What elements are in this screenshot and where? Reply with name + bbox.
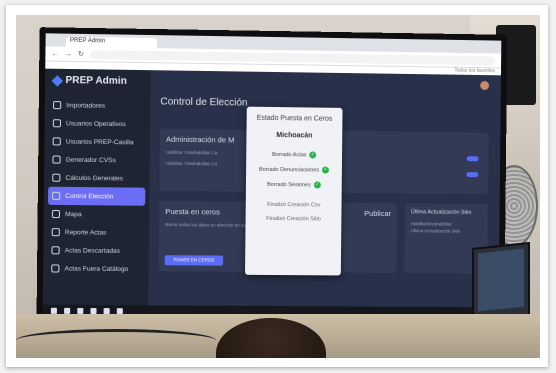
sidebar-item-reporte-actas[interactable]: Reporte Actas — [43, 223, 149, 242]
modal-pending-row: Finalizó Creación Csv — [266, 201, 321, 209]
back-icon[interactable]: ← — [52, 50, 59, 57]
sidebar-item-label: Cálculos Generales — [65, 174, 124, 182]
sidebar: PREP Admin Importadores Usuarios Operati… — [42, 68, 151, 306]
sidebar-item-calculos[interactable]: Cálculos Generales — [44, 169, 150, 188]
sidebar-item-usuarios-operativos[interactable]: Usuarios Operativos — [45, 114, 151, 133]
user-icon — [52, 137, 61, 146]
modal-pending-row: Finalizó Creación Sitio — [266, 215, 321, 223]
circle-icon — [52, 173, 61, 182]
modal-row-label: Borrado Denunciaciones — [258, 166, 320, 173]
sidebar-item-actas-fuera[interactable]: Actas Fuera Catálogo — [43, 259, 149, 278]
check-icon: ✓ — [322, 166, 330, 174]
sidebar-item-label: Usuarios Operativos — [66, 119, 126, 128]
circle-icon — [51, 264, 60, 273]
search-icon[interactable] — [64, 307, 71, 314]
puesta-en-ceros-modal: Estado Puesta en Ceros Michoacán Borrado… — [245, 106, 343, 276]
map-icon — [51, 209, 61, 219]
brand: PREP Admin — [45, 74, 151, 98]
toggle-1[interactable] — [466, 156, 479, 162]
poner-en-ceros-button[interactable]: PONER EN CEROS — [164, 255, 224, 266]
check-icon: ✓ — [309, 151, 317, 159]
avatar[interactable] — [480, 80, 490, 91]
user-icon — [52, 119, 62, 128]
sidebar-item-actas-descartadas[interactable]: Actas Descartadas — [43, 241, 149, 260]
modal-row: Borrado Actas ✓ — [252, 151, 336, 159]
windows-start-icon[interactable] — [50, 307, 57, 314]
check-icon: ✓ — [313, 181, 321, 189]
publicar-card-title: Publicar — [364, 208, 392, 219]
file-icon — [52, 155, 61, 164]
forward-icon[interactable]: → — [65, 50, 72, 57]
chrome-icon[interactable] — [116, 307, 123, 314]
modal-subtitle: Michoacán — [276, 132, 313, 140]
sidebar-item-label: Usuarios PREP-Casilla — [65, 137, 134, 146]
ultima-row-2: Última Actualización Sitio — [410, 228, 461, 234]
task-view-icon[interactable] — [77, 307, 84, 314]
circle-icon — [51, 246, 60, 255]
sidebar-item-label: Generador CVSs — [65, 156, 116, 164]
modal-title: Estado Puesta en Ceros — [256, 114, 333, 123]
circle-icon — [51, 228, 60, 237]
browser-tab[interactable]: PREP Admin — [65, 36, 158, 49]
sidebar-item-label: Actas Fuera Catálogo — [64, 265, 129, 273]
sidebar-item-importadores[interactable]: Importadores — [45, 96, 151, 116]
brand-name: PREP Admin — [65, 74, 127, 87]
ultima-card-title: Última Actualización Sitio — [410, 209, 472, 216]
page-title: Control de Elección — [160, 96, 248, 109]
publicar-card: Publicar — [336, 202, 398, 273]
photo: PREP Admin ← → ↻ Todos los favoritos PRE… — [16, 15, 540, 358]
modal-row-label: Borrado Actas — [271, 151, 307, 158]
modal-row-label: Borrado Sesiones — [267, 181, 311, 188]
reload-icon[interactable]: ↻ — [78, 50, 84, 58]
toggle-2[interactable] — [466, 172, 479, 178]
screen: PREP Admin ← → ↻ Todos los favoritos PRE… — [42, 33, 502, 319]
logo-icon — [51, 74, 64, 87]
sidebar-item-label: Control Elección — [65, 192, 114, 200]
modal-row: Borrado Denunciaciones ✓ — [252, 166, 336, 174]
puesta-card-desc: Borrar todos los datos en elección en cu… — [165, 222, 254, 228]
monitor: PREP Admin ← → ↻ Todos los favoritos PRE… — [36, 27, 508, 333]
modal-row: Borrado Sesiones ✓ — [252, 181, 336, 189]
sidebar-item-label: Actas Descartadas — [64, 246, 121, 255]
cables — [16, 329, 216, 352]
sidebar-item-label: Mapa — [65, 210, 82, 218]
dash-icon — [52, 191, 61, 200]
sidebar-item-label: Reporte Actas — [64, 228, 107, 237]
sidebar-item-usuarios-prep[interactable]: Usuarios PREP-Casilla — [44, 132, 150, 151]
sidebar-item-generador[interactable]: Generador CVSs — [44, 150, 150, 169]
laptop-screen — [478, 248, 524, 312]
photo-frame: PREP Admin ← → ↻ Todos los favoritos PRE… — [6, 5, 548, 367]
home-icon — [52, 101, 62, 110]
ultima-row-1: Habilitar/Deshabilitar — [410, 221, 452, 227]
sidebar-item-mapa[interactable]: Mapa — [44, 205, 150, 224]
sidebar-item-control-eleccion[interactable]: Control Elección — [47, 186, 146, 206]
folder-icon[interactable] — [103, 307, 110, 314]
puesta-card-title: Puesta en ceros — [165, 206, 220, 217]
edge-icon[interactable] — [90, 307, 97, 314]
sidebar-item-label: Importadores — [66, 101, 106, 110]
